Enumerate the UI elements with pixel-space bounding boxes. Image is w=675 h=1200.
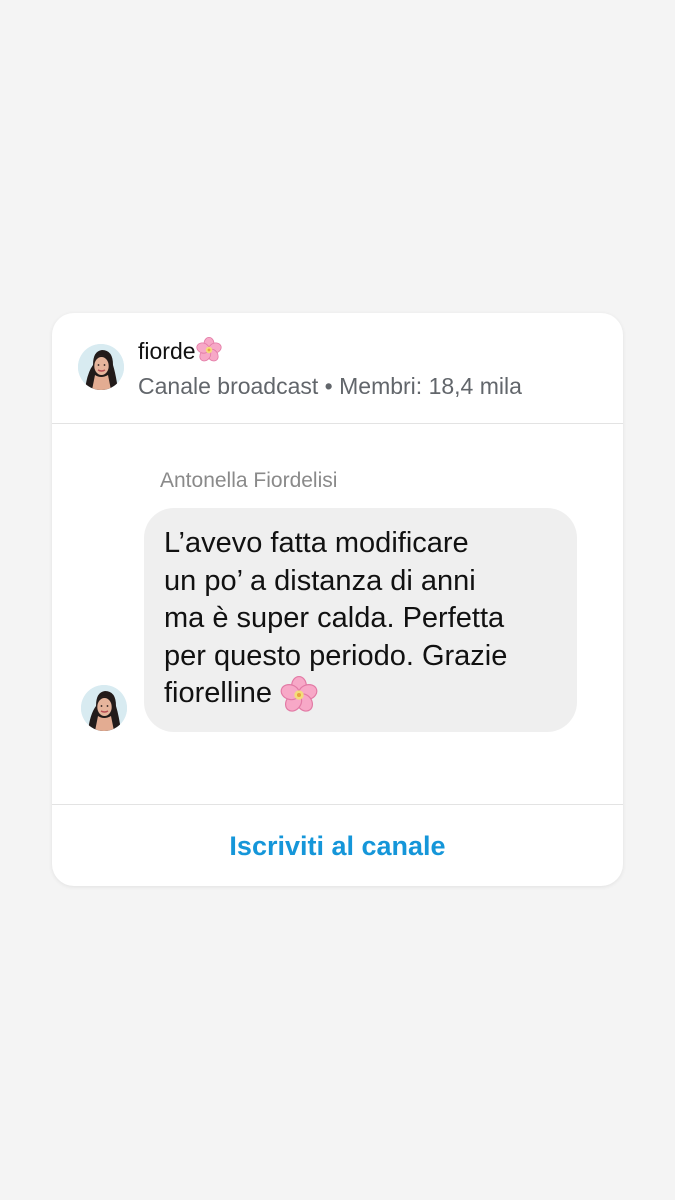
message-text-content: L’avevo fatta modificare un po’ a distan… — [164, 527, 508, 709]
channel-name-text: fiorde — [138, 338, 196, 364]
message-text: L’avevo fatta modificare un po’ a distan… — [164, 525, 557, 717]
channel-avatar[interactable] — [78, 344, 124, 390]
cherry-blossom-icon — [280, 675, 318, 717]
message-bubble[interactable]: L’avevo fatta modificare un po’ a distan… — [144, 508, 577, 732]
sender-avatar[interactable] — [81, 685, 127, 731]
channel-meta: Canale broadcast • Membri: 18,4 mila — [138, 373, 522, 399]
channel-title[interactable]: fiorde — [138, 336, 222, 369]
message-sender-name: Antonella Fiordelisi — [160, 469, 338, 492]
cherry-blossom-icon — [195, 336, 222, 369]
subscribe-channel-button[interactable]: Iscriviti al canale — [52, 805, 623, 886]
channel-header[interactable]: fiorde Canale broadcast • Membri: 18,4 m… — [52, 313, 623, 424]
broadcast-channel-card: fiorde Canale broadcast • Membri: 18,4 m… — [52, 313, 623, 886]
card-footer: Iscriviti al canale — [52, 804, 623, 886]
